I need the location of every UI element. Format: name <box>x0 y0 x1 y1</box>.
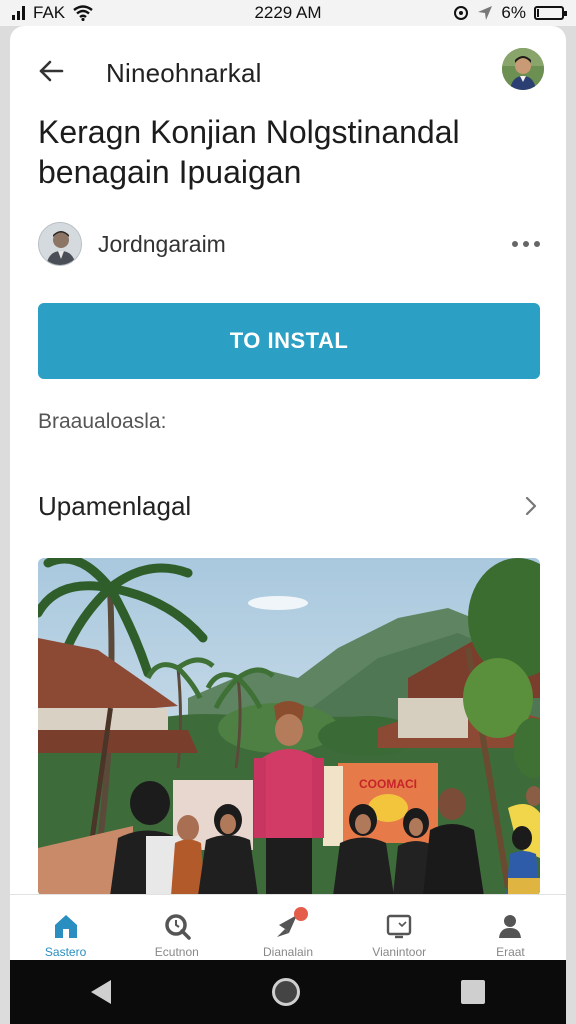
tab-label: Sastero <box>44 945 87 959</box>
system-recents-icon[interactable] <box>461 980 486 1004</box>
system-home-icon[interactable] <box>271 978 300 1006</box>
battery-icon <box>534 6 567 20</box>
tab-label: Ecutnon <box>154 945 199 959</box>
tab-monitor[interactable]: Vianintoor <box>344 895 455 960</box>
tab-profile[interactable]: Eraat <box>455 895 566 960</box>
tab-search[interactable]: Ecutnon <box>121 895 232 960</box>
header-title: Nineohnarkal <box>106 58 262 88</box>
app-header: Nineohnarkal <box>10 26 566 116</box>
page-title: Keragn Konjian Nolgstinandal benagain Ip… <box>38 114 460 190</box>
system-nav-bar <box>10 960 566 1024</box>
search-icon <box>165 914 191 940</box>
photo-village-gathering: COOMACI <box>38 558 540 896</box>
monitor-icon <box>387 914 412 939</box>
tab-label: Dianalain <box>262 945 314 959</box>
village-photo-image: COOMACI <box>38 558 540 896</box>
tab-home[interactable]: Sastero <box>10 895 121 960</box>
chevron-right-icon <box>525 496 537 516</box>
section-label: Braaualoasla: <box>38 410 167 433</box>
author-avatar[interactable] <box>38 222 82 266</box>
bottom-tab-bar: Sastero Ecutnon Dianalain Vianintoor Era… <box>10 894 566 960</box>
status-time: 2229 AM <box>254 3 322 22</box>
user-avatar[interactable] <box>502 48 544 90</box>
banner-text: COOMACI <box>359 777 417 791</box>
tab-launch[interactable]: Dianalain <box>232 895 343 960</box>
tab-label: Vianintoor <box>372 945 427 959</box>
notification-badge <box>294 907 309 921</box>
author-name[interactable]: Jordngaraim <box>98 231 226 258</box>
install-button[interactable]: TO INSTAL <box>38 303 540 379</box>
user-avatar-image <box>502 48 544 90</box>
nav-row[interactable]: Upamenlagal <box>38 478 542 534</box>
author-row: Jordngaraim <box>38 220 542 268</box>
app-screen: Nineohnarkal Keragn Konjian Nolgstinanda… <box>10 26 566 960</box>
profile-icon <box>499 915 522 938</box>
more-horizontal-icon[interactable] <box>510 233 542 255</box>
arrow-left-icon[interactable] <box>34 54 68 88</box>
home-icon <box>54 915 77 938</box>
tab-label: Eraat <box>496 945 525 959</box>
author-avatar-image <box>39 223 81 265</box>
status-bar: FAK 2229 AM 6% <box>0 0 576 26</box>
nav-row-label: Upamenlagal <box>38 490 192 521</box>
system-back-icon[interactable] <box>90 980 111 1004</box>
